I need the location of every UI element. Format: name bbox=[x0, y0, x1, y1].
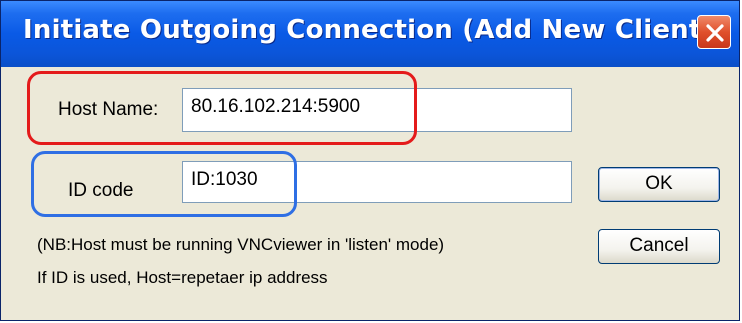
dialog-window: Initiate Outgoing Connection (Add New Cl… bbox=[0, 0, 740, 321]
listen-mode-note: (NB:Host must be running VNCviewer in 'l… bbox=[37, 235, 445, 254]
close-icon bbox=[706, 24, 724, 42]
ok-button[interactable]: OK bbox=[598, 167, 720, 202]
dialog-body: Host Name: 80.16.102.214:5900 ID code ID… bbox=[1, 67, 739, 320]
close-button[interactable] bbox=[697, 15, 731, 49]
repeater-note: If ID is used, Host=repetaer ip address bbox=[37, 268, 328, 287]
window-title: Initiate Outgoing Connection (Add New Cl… bbox=[23, 15, 714, 45]
id-code-input[interactable]: ID:1030 bbox=[182, 161, 572, 203]
title-bar[interactable]: Initiate Outgoing Connection (Add New Cl… bbox=[1, 1, 739, 67]
host-name-label: Host Name: bbox=[58, 99, 159, 120]
host-name-input[interactable]: 80.16.102.214:5900 bbox=[182, 88, 572, 132]
cancel-button[interactable]: Cancel bbox=[598, 229, 720, 264]
id-code-label: ID code bbox=[68, 180, 134, 201]
